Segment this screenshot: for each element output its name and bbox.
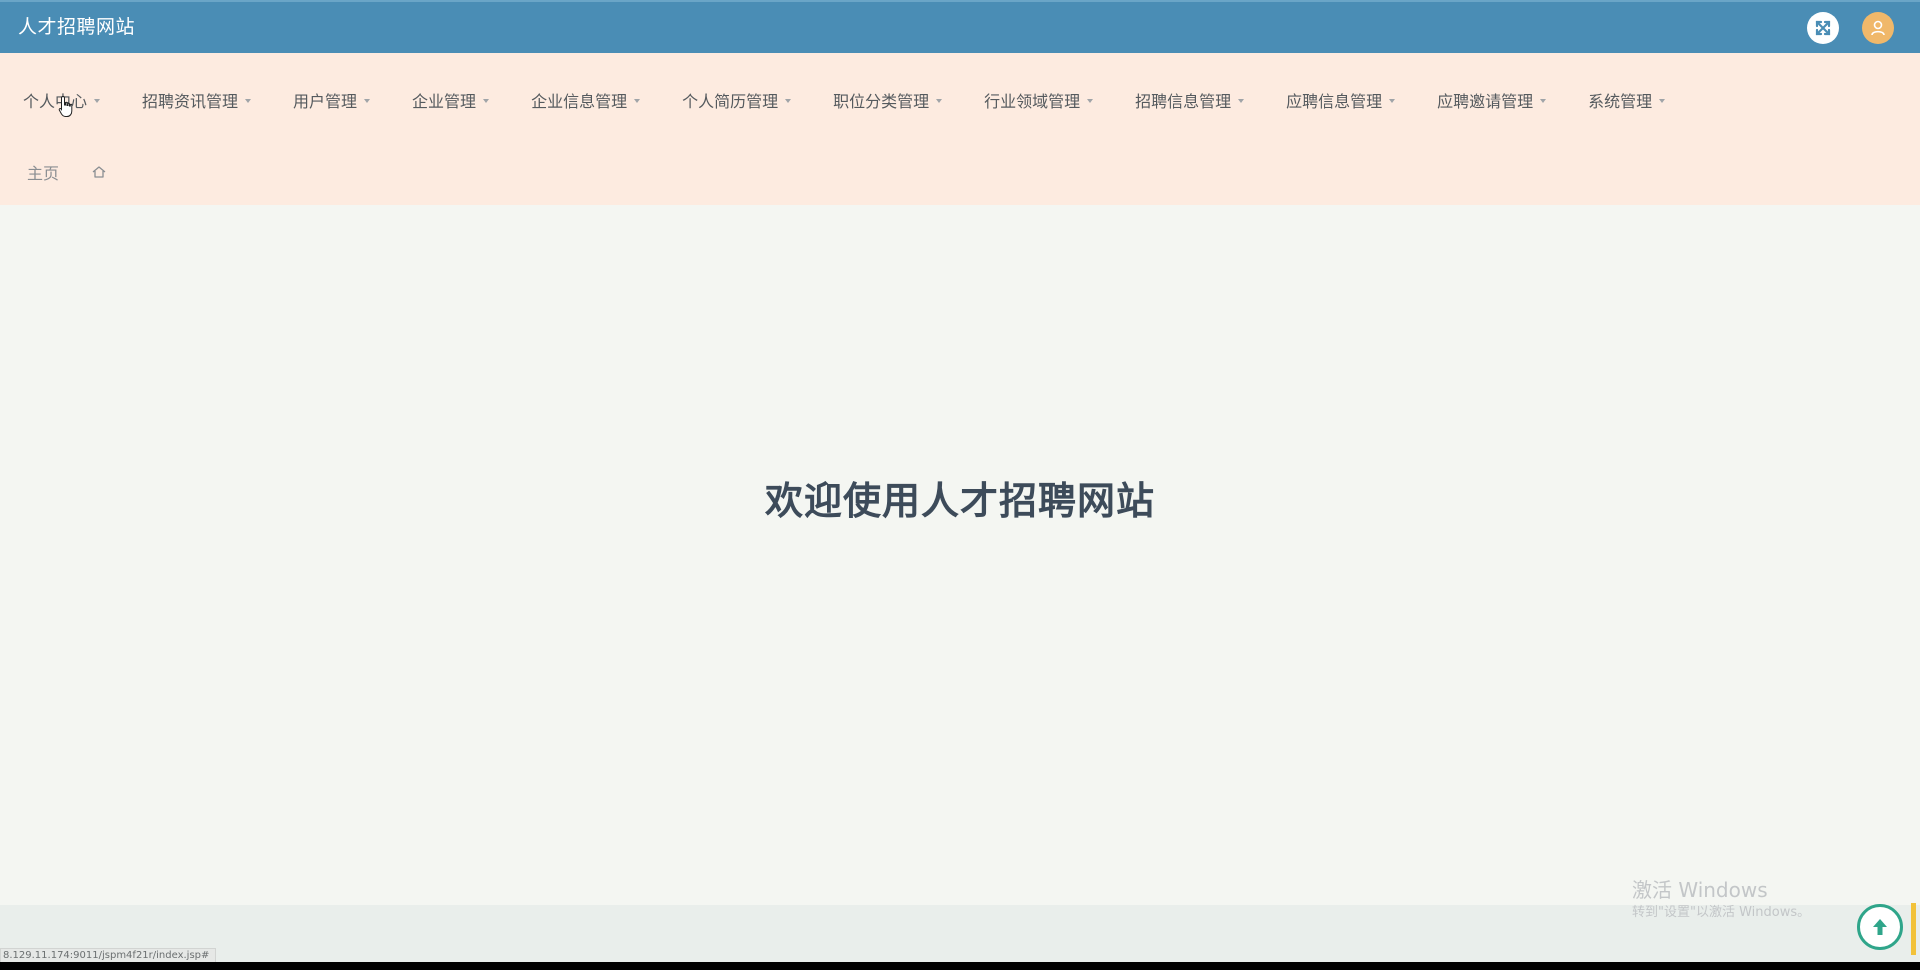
hand-cursor-icon: [58, 95, 73, 117]
caret-down-icon: [483, 99, 490, 103]
menu-item-company-info[interactable]: 企业信息管理: [531, 88, 641, 112]
menu-item-industry-field[interactable]: 行业领域管理: [984, 88, 1094, 112]
app-title: 人才招聘网站: [18, 16, 136, 38]
menu-item-label: 个人简历管理: [682, 92, 779, 111]
menu-item-label: 招聘资讯管理: [142, 92, 239, 111]
windows-activation-subtitle: 转到"设置"以激活 Windows。: [1632, 905, 1811, 920]
menu-item-label: 行业领域管理: [984, 92, 1081, 111]
main-menu: 个人中心 招聘资讯管理 用户管理 企业管理 企业信息管理 个人简历管理 职位分类…: [0, 83, 1920, 117]
menu-item-user-management[interactable]: 用户管理: [293, 88, 371, 112]
menu-item-application-info[interactable]: 应聘信息管理: [1286, 88, 1396, 112]
caret-down-icon: [1238, 99, 1245, 103]
menu-item-recruitment-news[interactable]: 招聘资讯管理: [142, 88, 252, 112]
caret-down-icon: [1540, 99, 1547, 103]
welcome-heading: 欢迎使用人才招聘网站: [764, 479, 1155, 523]
menu-item-resume-management[interactable]: 个人简历管理: [682, 88, 792, 112]
back-to-top-button[interactable]: [1857, 904, 1903, 950]
edge-indicator: [1911, 903, 1916, 955]
menu-item-label: 招聘信息管理: [1135, 92, 1232, 111]
app-screen: 人才招聘网站 个人中心 招聘资讯管理 用户管理 企业管理 企业信息管理 个人简历…: [0, 0, 1920, 962]
menu-item-application-invite[interactable]: 应聘邀请管理: [1437, 88, 1547, 112]
menu-item-company-management[interactable]: 企业管理: [412, 88, 490, 112]
caret-down-icon: [1659, 99, 1666, 103]
home-icon[interactable]: [91, 164, 107, 180]
caret-down-icon: [1087, 99, 1094, 103]
caret-down-icon: [94, 99, 101, 103]
menu-item-label: 应聘信息管理: [1286, 92, 1383, 111]
top-header: 人才招聘网站: [0, 0, 1920, 53]
fullscreen-icon: [1815, 20, 1831, 36]
menu-item-label: 系统管理: [1588, 92, 1653, 111]
menu-item-recruitment-info[interactable]: 招聘信息管理: [1135, 88, 1245, 112]
status-bar-url: 8.129.11.174:9011/jspm4f21r/index.jsp#: [0, 948, 217, 962]
user-icon: [1871, 20, 1885, 36]
caret-down-icon: [364, 99, 371, 103]
menu-item-label: 企业管理: [412, 92, 477, 111]
fullscreen-button[interactable]: [1807, 12, 1839, 44]
menu-item-label: 个人中心: [23, 92, 88, 111]
avatar[interactable]: [1862, 12, 1894, 44]
menu-item-label: 职位分类管理: [833, 92, 930, 111]
windows-activation-title: 激活 Windows: [1632, 878, 1768, 902]
navigation-area: 个人中心 招聘资讯管理 用户管理 企业管理 企业信息管理 个人简历管理 职位分类…: [0, 53, 1920, 205]
menu-item-label: 企业信息管理: [531, 92, 628, 111]
menu-item-label: 应聘邀请管理: [1437, 92, 1534, 111]
caret-down-icon: [936, 99, 943, 103]
caret-down-icon: [785, 99, 792, 103]
breadcrumb-home-link[interactable]: 主页: [27, 160, 59, 184]
breadcrumb: 主页: [27, 160, 107, 184]
caret-down-icon: [634, 99, 641, 103]
caret-down-icon: [1389, 99, 1396, 103]
arrow-up-icon: [1873, 919, 1887, 935]
menu-item-label: 用户管理: [293, 92, 358, 111]
menu-item-system-management[interactable]: 系统管理: [1588, 88, 1666, 112]
menu-item-job-category[interactable]: 职位分类管理: [833, 88, 943, 112]
caret-down-icon: [245, 99, 252, 103]
